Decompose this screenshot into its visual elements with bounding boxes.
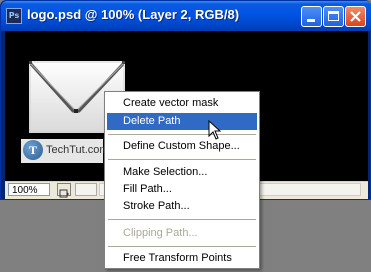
document-info-icon xyxy=(59,189,69,198)
close-icon xyxy=(350,11,361,22)
menu-item-free-transform-points[interactable]: Free Transform Points xyxy=(107,250,257,267)
scroll-left-button[interactable] xyxy=(75,183,97,196)
menu-item-delete-path[interactable]: Delete Path xyxy=(107,113,257,130)
photoshop-icon[interactable]: Ps xyxy=(6,8,22,24)
mouse-cursor-icon xyxy=(208,120,222,140)
menu-item-define-custom-shape[interactable]: Define Custom Shape... xyxy=(107,138,257,155)
minimize-button[interactable] xyxy=(301,6,322,27)
menu-separator xyxy=(108,219,256,220)
window-title: logo.psd @ 100% (Layer 2, RGB/8) xyxy=(27,7,240,22)
menu-separator xyxy=(108,246,256,247)
menu-separator xyxy=(108,159,256,160)
menu-item-fill-path[interactable]: Fill Path... xyxy=(107,181,257,198)
context-menu: Create vector mask Delete Path Define Cu… xyxy=(104,91,260,269)
logo-badge: T xyxy=(23,140,43,160)
techtut-logo: T TechTut.com xyxy=(21,139,109,163)
logo-text: TechTut.com xyxy=(46,144,109,156)
menu-item-create-vector-mask[interactable]: Create vector mask xyxy=(107,95,257,112)
close-button[interactable] xyxy=(345,6,366,27)
minimize-icon xyxy=(307,19,315,22)
menu-item-clipping-path: Clipping Path... xyxy=(123,227,198,239)
title-bar[interactable]: Ps logo.psd @ 100% (Layer 2, RGB/8) xyxy=(1,1,371,31)
menu-item-stroke-path[interactable]: Stroke Path... xyxy=(107,198,257,215)
menu-separator xyxy=(108,134,256,135)
zoom-field[interactable]: 100% xyxy=(8,183,50,196)
maximize-button[interactable] xyxy=(323,6,344,27)
status-menu-button[interactable] xyxy=(57,183,71,198)
menu-item-make-selection[interactable]: Make Selection... xyxy=(107,164,257,181)
maximize-icon xyxy=(328,11,339,21)
